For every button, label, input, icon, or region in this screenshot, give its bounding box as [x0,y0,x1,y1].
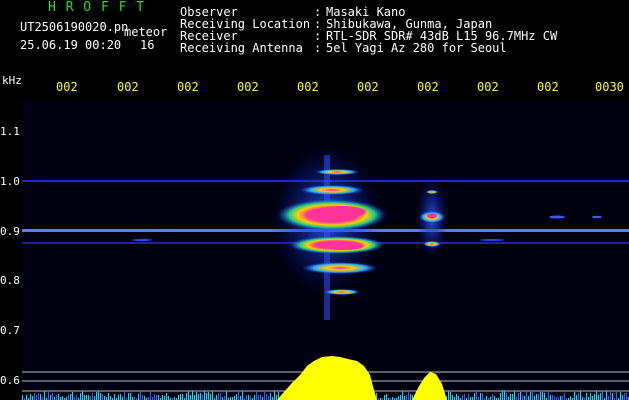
noise-blip [132,239,152,241]
y-tick-label: 0.8 [0,274,20,287]
y-tick-label: 1.0 [0,175,20,188]
app-title: H R O F F T [48,0,146,15]
y-axis-unit: kHz [2,74,22,87]
noise-blip [549,215,565,219]
x-tick-label: 002 [297,80,319,94]
file-name: UT2506190020.pn [20,20,129,34]
meteor-echo-secondary [416,178,448,258]
antenna-label: Receiving Antenna [180,41,303,55]
x-tick-label: 002 [117,80,139,94]
x-tick-label: 002 [357,80,379,94]
x-tick-label: 002 [56,80,78,94]
y-tick-label: 0.6 [0,374,20,387]
x-tick-label: 002 [477,80,499,94]
x-tick-label: 002 [417,80,439,94]
noise-blip [592,215,602,219]
x-tick-label: 002 [537,80,559,94]
echo-count: 16 [140,38,155,52]
date-time: 25.06.19 00:20 [20,38,122,52]
antenna-value: 5el Yagi Az 280 for Seoul [326,41,507,55]
spectrogram [22,100,629,400]
y-tick-label: 0.7 [0,324,20,337]
noise-blip [480,239,504,241]
y-tick-label: 0.9 [0,225,20,238]
x-tick-label: 0030 [595,80,624,94]
hrofft-screen: H R O F F T UT2506190020.pn meteor 25.06… [0,0,629,400]
file-type: meteor [124,25,168,39]
x-tick-label: 002 [237,80,259,94]
y-tick-label: 1.1 [0,125,20,138]
separator: : [314,41,322,55]
x-tick-label: 002 [177,80,199,94]
